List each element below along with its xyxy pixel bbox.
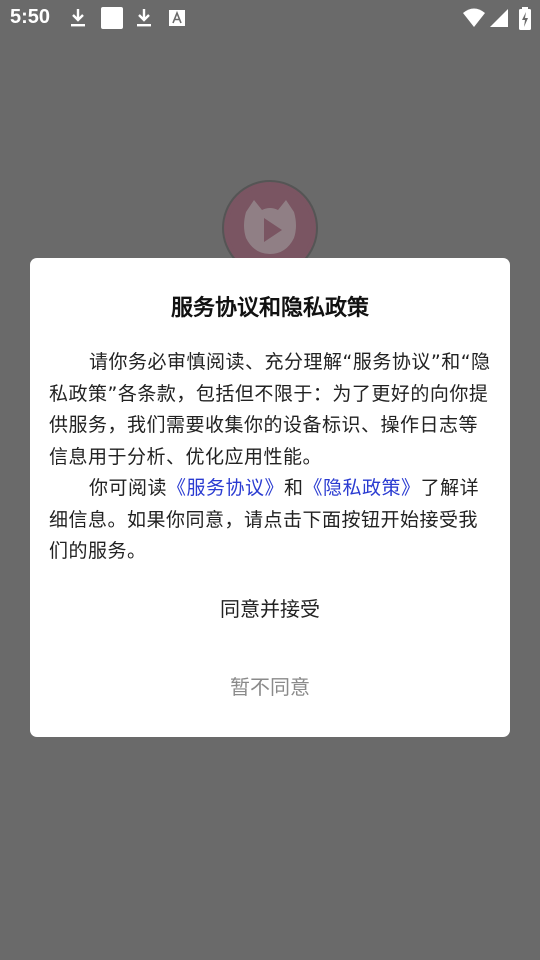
dialog-body: 请你务必审慎阅读、充分理解“服务协议”和“隐私政策”各条款，包括但不限于：为了更… xyxy=(49,347,494,568)
dialog-paragraph-1: 请你务必审慎阅读、充分理解“服务协议”和“隐私政策”各条款，包括但不限于：为了更… xyxy=(49,351,491,468)
signal-icon xyxy=(488,7,510,29)
battery-charging-icon xyxy=(518,7,532,31)
privacy-policy-link[interactable]: 《隐私政策》 xyxy=(304,477,421,499)
dialog-title: 服务协议和隐私政策 xyxy=(170,296,369,321)
wifi-icon xyxy=(462,7,486,29)
dialog-paragraph-2: 你可阅读《服务协议》和《隐私政策》了解详细信息。如果你同意，请点击下面按钮开始接… xyxy=(49,473,494,568)
download-icon xyxy=(134,7,154,29)
status-bar: 5:50 xyxy=(0,0,540,36)
p2-and: 和 xyxy=(284,477,304,499)
font-icon xyxy=(168,7,186,29)
service-agreement-link[interactable]: 《服务协议》 xyxy=(167,477,284,499)
status-time: 5:50 xyxy=(10,6,51,28)
decline-button[interactable]: 暂不同意 xyxy=(30,663,510,711)
p2-prefix: 你可阅读 xyxy=(89,477,168,499)
square-icon xyxy=(100,7,124,29)
download-icon xyxy=(68,7,88,29)
agree-button[interactable]: 同意并接受 xyxy=(30,585,510,633)
